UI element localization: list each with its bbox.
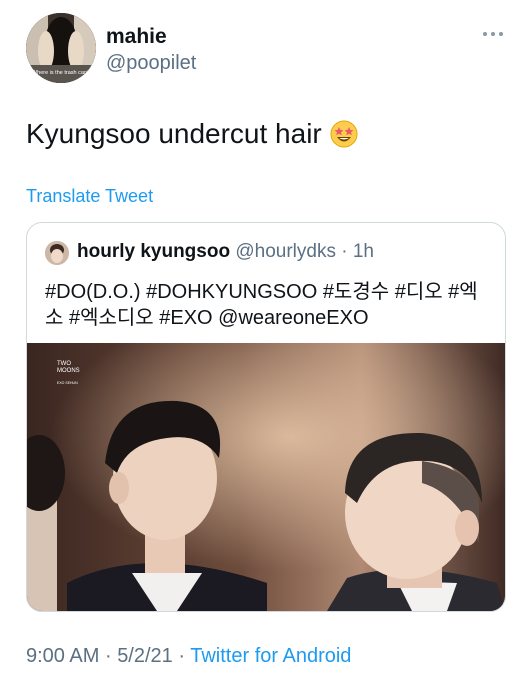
translate-tweet-link[interactable]: Translate Tweet xyxy=(26,186,153,207)
quoted-author-avatar[interactable] xyxy=(45,241,69,265)
quoted-author-handle[interactable]: @hourlydks xyxy=(235,241,336,262)
photo-watermark-line-2: MOONS xyxy=(57,368,80,374)
more-options-icon[interactable] xyxy=(483,30,503,38)
quoted-tweet-header: hourly kyungsoo @hourlydks · 1h xyxy=(77,241,374,263)
quoted-tweet-time[interactable]: 1h xyxy=(353,241,374,262)
quoted-header-separator: · xyxy=(341,241,348,262)
author-handle[interactable]: @poopilet xyxy=(106,52,196,75)
quoted-author-name[interactable]: hourly kyungsoo xyxy=(77,241,230,262)
quoted-tweet-card[interactable]: hourly kyungsoo @hourlydks · 1h #DO(D.O.… xyxy=(26,222,506,612)
footer-separator-1: · xyxy=(104,645,112,667)
tweet-text: Kyungsoo undercut hair xyxy=(26,118,322,149)
quoted-text-line-2: 소 #엑소디오 #EXO @weareoneEXO xyxy=(45,307,369,329)
tweet-source-link[interactable]: Twitter for Android xyxy=(190,645,351,667)
author-display-name[interactable]: mahie xyxy=(106,25,167,49)
tweet-date[interactable]: 5/2/21 xyxy=(117,645,173,667)
tweet-body: Kyungsoo undercut hair xyxy=(26,118,358,150)
footer-separator-2: · xyxy=(178,645,186,667)
photo-watermark-line-1: TWO xyxy=(57,361,71,367)
tweet-time[interactable]: 9:00 AM xyxy=(26,645,99,667)
avatar-caption: Where is the trash can? xyxy=(32,70,90,76)
quoted-text-line-1: #DO(D.O.) #DOHKYUNGSOO #도경수 #디오 #엑 xyxy=(45,281,478,303)
author-avatar[interactable]: Where is the trash can? xyxy=(26,13,96,83)
tweet-footer: 9:00 AM · 5/2/21 · Twitter for Android xyxy=(26,645,351,668)
star-struck-emoji-icon xyxy=(330,120,358,148)
quoted-tweet-text: #DO(D.O.) #DOHKYUNGSOO #도경수 #디오 #엑 소 #엑소… xyxy=(45,279,495,331)
quoted-tweet-photo[interactable]: TWO MOONS EXO SEHUN xyxy=(27,343,505,611)
photo-watermark-line-3: EXO SEHUN xyxy=(57,381,78,385)
